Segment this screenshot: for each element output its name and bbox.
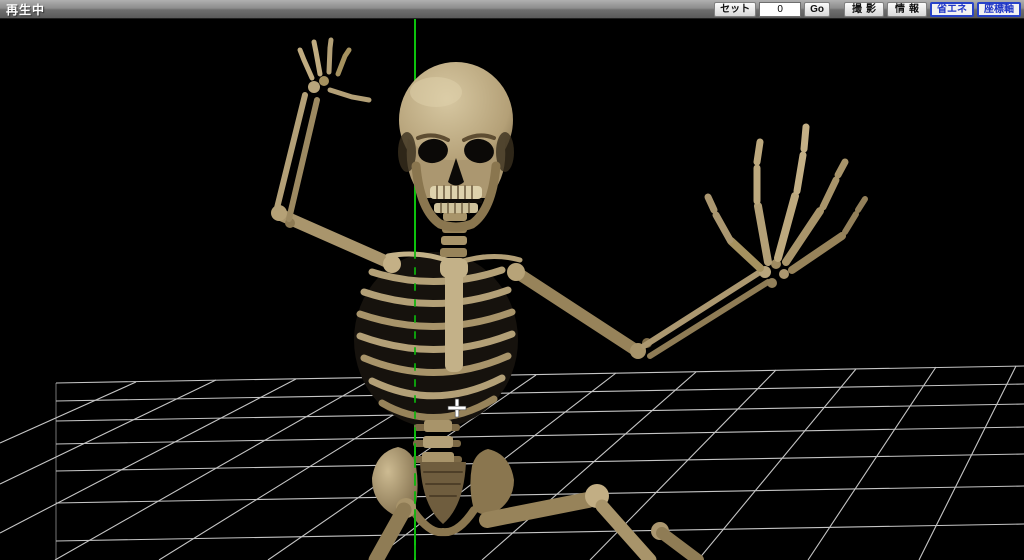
eco-mode-button[interactable]: 省エネ <box>930 2 974 17</box>
viewport-3d[interactable] <box>0 19 1024 560</box>
info-button[interactable]: 情報 <box>887 2 927 17</box>
skeleton-left-arm <box>271 40 401 273</box>
capture-button[interactable]: 撮影 <box>844 2 884 17</box>
set-button[interactable]: セット <box>714 2 756 17</box>
floor-grid <box>0 366 1024 560</box>
skeleton-model <box>271 40 865 560</box>
playback-status: 再生中 <box>0 1 45 18</box>
title-bar: 再生中 セット Go 撮影 情報 省エネ 座標軸 <box>0 0 1024 19</box>
axes-toggle-button[interactable]: 座標軸 <box>977 2 1021 17</box>
toolbar: セット Go 撮影 情報 省エネ 座標軸 <box>714 2 1024 17</box>
frame-number-input[interactable] <box>759 2 801 17</box>
go-button[interactable]: Go <box>804 2 830 17</box>
app-window: 再生中 セット Go 撮影 情報 省エネ 座標軸 <box>0 0 1024 560</box>
skeleton-right-arm <box>507 127 865 359</box>
